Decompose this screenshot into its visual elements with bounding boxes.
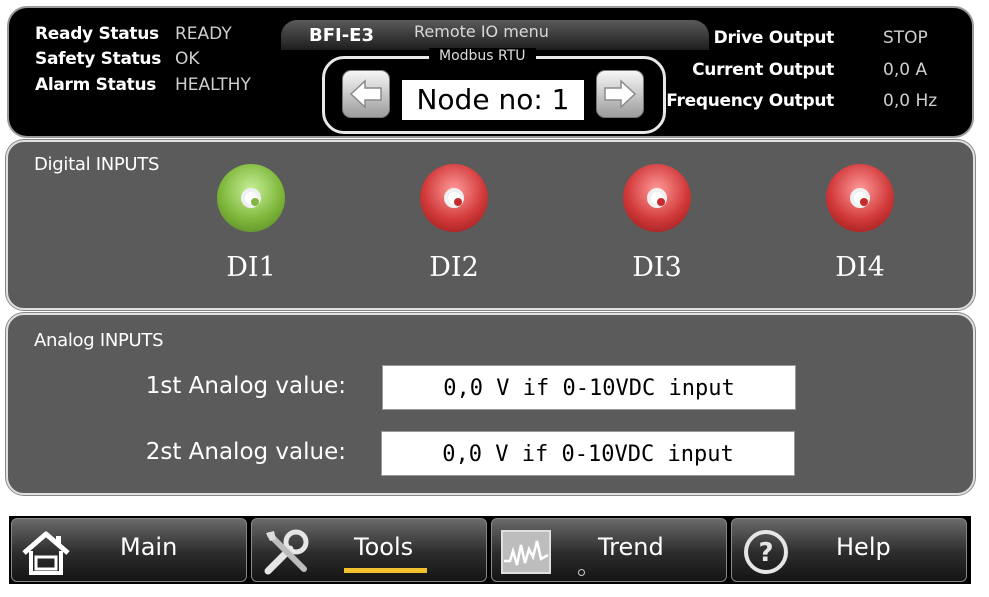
nav-tools-button[interactable]: Tools <box>251 518 487 582</box>
arrow-right-icon <box>604 79 636 109</box>
digital-inputs-panel: Digital INPUTS DI1 DI2 DI3 DI4 <box>6 140 975 310</box>
next-node-button[interactable] <box>596 70 644 118</box>
alarm-status-row: Alarm Status HEALTHY <box>35 75 251 96</box>
nav-help-label: Help <box>836 533 891 561</box>
di1-label: DI1 <box>226 252 276 283</box>
safety-status-row: Safety Status OK <box>35 49 200 70</box>
nav-help-button[interactable]: ? Help <box>731 518 967 582</box>
arrow-left-icon <box>350 79 382 109</box>
prev-node-button[interactable] <box>342 70 390 118</box>
nav-main-label: Main <box>120 533 178 561</box>
analog-value-2-field: 0,0 V if 0-10VDC input <box>381 431 795 476</box>
nav-main-button[interactable]: Main <box>11 518 247 582</box>
nav-tools-label: Tools <box>354 533 414 561</box>
home-icon <box>22 531 70 575</box>
di3-indicator <box>623 164 691 232</box>
frequency-output-label: Frequency Output <box>666 91 834 111</box>
header-bar: Ready Status READY Safety Status OK Alarm … <box>9 8 972 136</box>
di2-indicator <box>420 164 488 232</box>
di4-indicator <box>826 164 894 232</box>
analog-inputs-panel: Analog INPUTS 1st Analog value: 0,0 V if… <box>6 313 975 495</box>
protocol-label: Modbus RTU <box>429 48 536 64</box>
nav-trend-button[interactable]: Trend <box>491 518 727 582</box>
tools-icon <box>264 529 309 575</box>
menu-title: Remote IO menu <box>414 22 549 41</box>
di1-indicator <box>217 164 285 232</box>
drive-output-label: Drive Output <box>713 28 835 48</box>
frequency-output-value: 0,0 Hz <box>883 91 938 111</box>
ready-status-label: Ready Status <box>35 24 159 44</box>
safety-status-value: OK <box>175 49 200 69</box>
model-label: BFI-E3 <box>309 25 375 46</box>
node-number-field[interactable]: Node no: 1 <box>402 80 584 120</box>
current-output-label: Current Output <box>692 60 834 80</box>
current-output-value: 0,0 A <box>883 60 928 80</box>
analog-value-1-field: 0,0 V if 0-10VDC input <box>382 365 796 410</box>
help-icon: ? <box>744 530 788 574</box>
active-tab-indicator <box>344 568 427 573</box>
di4-label: DI4 <box>835 252 885 283</box>
safety-status-label: Safety Status <box>35 49 162 69</box>
digital-inputs-title: Digital INPUTS <box>34 154 160 175</box>
trend-dot <box>578 569 585 576</box>
di2-label: DI2 <box>429 252 479 283</box>
ready-status-value: READY <box>175 24 232 44</box>
alarm-status-label: Alarm Status <box>35 75 157 95</box>
analog-value-2-label: 2st Analog value: <box>145 439 346 465</box>
trend-icon <box>501 530 551 574</box>
analog-inputs-title: Analog INPUTS <box>34 330 164 351</box>
svg-text:?: ? <box>758 538 773 568</box>
bottom-nav: Main Tools Trend ? Help <box>9 516 971 584</box>
alarm-status-value: HEALTHY <box>175 75 251 95</box>
di3-label: DI3 <box>632 252 682 283</box>
nav-trend-label: Trend <box>598 533 664 561</box>
analog-value-1-label: 1st Analog value: <box>145 373 346 399</box>
drive-output-value: STOP <box>883 28 928 48</box>
ready-status-row: Ready Status READY <box>35 24 232 45</box>
